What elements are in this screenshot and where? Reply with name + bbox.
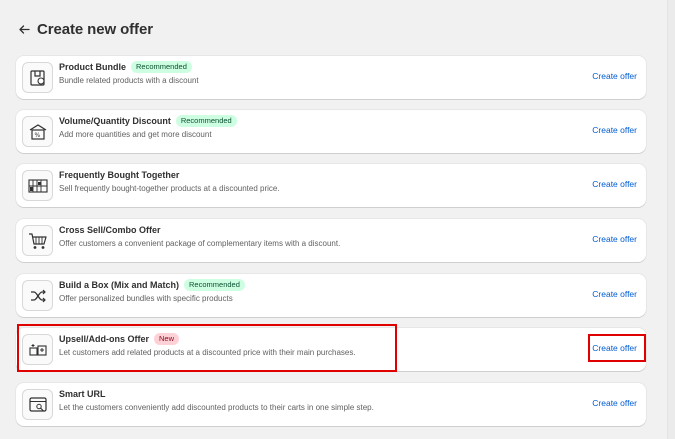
offer-description: Sell frequently bought-together products… — [59, 184, 280, 193]
recommended-badge: Recommended — [184, 278, 245, 291]
create-offer-link[interactable]: Create offer — [592, 125, 637, 135]
scrollbar-track — [667, 0, 675, 439]
offer-card-build-a-box: Build a Box (Mix and Match) Recommended … — [16, 274, 646, 317]
product-bundle-icon — [22, 62, 53, 93]
create-offer-link[interactable]: Create offer — [592, 71, 637, 81]
create-offer-link[interactable]: Create offer — [592, 234, 637, 244]
offer-title: Upsell/Add-ons Offer — [59, 333, 150, 344]
new-badge: New — [154, 332, 180, 345]
offer-card-product-bundle: Product Bundle Recommended Bundle relate… — [16, 56, 646, 99]
offer-title: Smart URL — [59, 388, 106, 399]
smart-url-icon — [22, 389, 53, 420]
upsell-addons-icon — [22, 334, 53, 365]
offer-description: Let the customers conveniently add disco… — [59, 403, 374, 412]
recommended-badge: Recommended — [131, 60, 192, 73]
svg-text:%: % — [34, 132, 40, 139]
bought-together-icon — [22, 170, 53, 201]
back-arrow-icon[interactable] — [18, 23, 30, 35]
shuffle-icon — [22, 280, 53, 311]
create-offer-link[interactable]: Create offer — [592, 398, 637, 408]
page-header: Create new offer — [18, 19, 153, 39]
offer-title: Product Bundle — [59, 61, 126, 72]
offer-description: Let customers add related products at a … — [59, 348, 356, 357]
offer-description: Offer personalized bundles with specific… — [59, 294, 233, 303]
offer-description: Offer customers a convenient package of … — [59, 239, 341, 248]
offer-card-smart-url: Smart URL Let the customers conveniently… — [16, 383, 646, 426]
offer-title: Volume/Quantity Discount — [59, 115, 171, 126]
offer-description: Add more quantities and get more discoun… — [59, 130, 212, 139]
offer-description: Bundle related products with a discount — [59, 76, 199, 85]
recommended-badge: Recommended — [175, 114, 237, 127]
offer-title: Frequently Bought Together — [59, 169, 180, 180]
offer-title: Build a Box (Mix and Match) — [59, 279, 180, 290]
offer-card-frequently-bought-together: Frequently Bought Together Sell frequent… — [16, 164, 646, 207]
page-title: Create new offer — [37, 20, 153, 38]
volume-discount-icon: % — [22, 116, 53, 147]
create-offer-link[interactable]: Create offer — [592, 289, 637, 299]
offer-card-cross-sell: Cross Sell/Combo Offer Offer customers a… — [16, 219, 646, 262]
cart-icon — [22, 225, 53, 256]
offer-card-volume-discount: % Volume/Quantity Discount Recommended A… — [16, 110, 646, 153]
offer-card-upsell-addons: Upsell/Add-ons Offer New Let customers a… — [16, 328, 646, 371]
create-offer-link[interactable]: Create offer — [592, 179, 637, 189]
create-offer-link[interactable]: Create offer — [592, 343, 637, 353]
offer-title: Cross Sell/Combo Offer — [59, 224, 161, 235]
